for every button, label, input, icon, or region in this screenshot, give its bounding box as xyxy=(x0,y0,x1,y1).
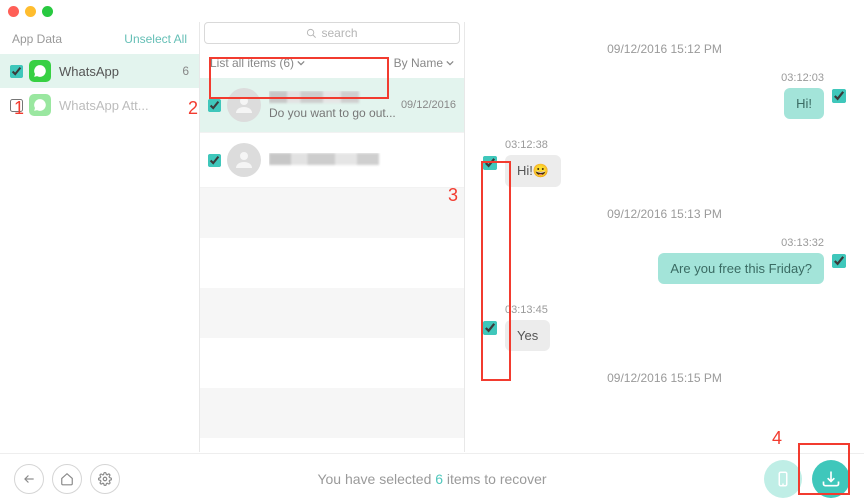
conversation-item[interactable] xyxy=(200,133,464,188)
selection-summary: You have selected 6 items to recover xyxy=(0,471,864,487)
message-incoming[interactable]: 03:13:45 Yes xyxy=(483,304,846,351)
sidebar-item-checkbox[interactable] xyxy=(10,65,23,78)
message-outgoing[interactable]: 03:13:32 Are you free this Friday? xyxy=(483,237,846,284)
sidebar-item-label: WhatsApp Att... xyxy=(59,98,149,113)
sidebar-item-whatsapp-attachments[interactable]: WhatsApp Att... xyxy=(0,88,199,122)
message-time: 03:13:32 xyxy=(781,237,824,249)
message-checkbox[interactable] xyxy=(832,89,846,103)
minimize-window-button[interactable] xyxy=(25,6,36,17)
sidebar-item-label: WhatsApp xyxy=(59,64,119,79)
empty-rows xyxy=(200,188,464,438)
message-bubble: Yes xyxy=(505,320,550,351)
message-checkbox[interactable] xyxy=(483,156,497,170)
unselect-all-link[interactable]: Unselect All xyxy=(124,32,187,46)
message-outgoing[interactable]: 03:12:03 Hi! xyxy=(483,72,846,119)
footer: You have selected 6 items to recover xyxy=(0,453,864,503)
sort-dropdown[interactable]: By Name xyxy=(394,56,454,70)
whatsapp-attachments-icon xyxy=(29,94,51,116)
chevron-down-icon xyxy=(297,59,305,67)
conversation-preview: Do you want to go out... xyxy=(269,106,401,120)
list-all-dropdown[interactable]: List all items (6) xyxy=(210,56,305,70)
chat-pane: 09/12/2016 15:12 PM 03:12:03 Hi! 03:12:3… xyxy=(465,22,864,452)
message-bubble: Hi! xyxy=(784,88,824,119)
message-checkbox[interactable] xyxy=(832,254,846,268)
contact-name-redacted xyxy=(269,91,359,103)
conversation-checkbox[interactable] xyxy=(208,99,221,112)
date-separator: 09/12/2016 15:15 PM xyxy=(483,371,846,385)
avatar xyxy=(227,88,261,122)
conversation-date: 09/12/2016 xyxy=(401,99,456,111)
chevron-down-icon xyxy=(446,59,454,67)
zoom-window-button[interactable] xyxy=(42,6,53,17)
conversation-checkbox[interactable] xyxy=(208,154,221,167)
search-icon xyxy=(306,28,317,39)
message-checkbox[interactable] xyxy=(483,321,497,335)
window-titlebar xyxy=(0,0,864,22)
message-bubble: Hi!😀 xyxy=(505,155,561,187)
whatsapp-icon xyxy=(29,60,51,82)
message-bubble: Are you free this Friday? xyxy=(658,253,824,284)
sidebar-title: App Data xyxy=(12,32,62,46)
sidebar-item-checkbox[interactable] xyxy=(10,99,23,112)
message-incoming[interactable]: 03:12:38 Hi!😀 xyxy=(483,139,846,187)
message-time: 03:12:03 xyxy=(781,72,824,84)
sidebar-item-whatsapp[interactable]: WhatsApp 6 xyxy=(0,54,199,88)
message-time: 03:12:38 xyxy=(505,139,561,151)
sidebar: App Data Unselect All WhatsApp 6 WhatsAp… xyxy=(0,22,200,452)
search-input[interactable]: search xyxy=(204,22,460,44)
close-window-button[interactable] xyxy=(8,6,19,17)
date-separator: 09/12/2016 15:13 PM xyxy=(483,207,846,221)
sidebar-item-count: 6 xyxy=(182,64,189,78)
date-separator: 09/12/2016 15:12 PM xyxy=(483,42,846,56)
message-time: 03:13:45 xyxy=(505,304,550,316)
conversation-item[interactable]: Do you want to go out... 09/12/2016 xyxy=(200,78,464,133)
conversation-list: search List all items (6) By Name Do you… xyxy=(200,22,465,452)
contact-name-redacted xyxy=(269,153,379,165)
avatar xyxy=(227,143,261,177)
